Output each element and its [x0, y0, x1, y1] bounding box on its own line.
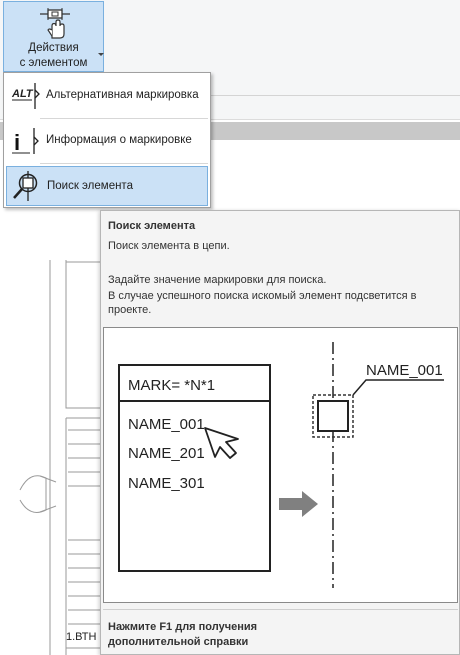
button-label-line2: с элементом	[19, 57, 88, 69]
dropdown-caret-icon[interactable]	[98, 53, 104, 56]
element-actions-icon	[40, 8, 70, 39]
alt-marking-icon: ALT	[11, 83, 40, 109]
menu-item-label: Альтернативная маркировка	[46, 89, 199, 101]
result-item: NAME_301	[128, 475, 205, 492]
partial-label: 1.ВТН	[66, 631, 96, 643]
tooltip-footer-text: Нажмите F1 для получения	[108, 621, 258, 633]
tooltip-footer-text: дополнительной справки	[108, 636, 249, 648]
button-label-line1: Действия	[28, 42, 79, 54]
result-item: NAME_201	[128, 445, 205, 462]
tooltip-footer-divider	[103, 609, 458, 610]
ribbon-divider	[210, 95, 460, 96]
tooltip-find-element: Поиск элемента Поиск элемента в цепи. За…	[100, 210, 460, 655]
tooltip-text: Задайте значение маркировки для поиска.	[108, 274, 327, 286]
tooltip-description: Поиск элемента в цепи.	[108, 240, 230, 252]
tooltip-text: В случае успешного поиска искомый элемен…	[108, 290, 417, 302]
element-actions-split-button[interactable]: Действия с элементом	[3, 1, 104, 72]
svg-text:ALT: ALT	[11, 88, 34, 100]
tooltip-illustration: MARK= *N*1 NAME_001 NAME_201 NAME_301 NA…	[103, 327, 458, 603]
illustration-svg: MARK= *N*1 NAME_001 NAME_201 NAME_301 NA…	[118, 342, 444, 588]
menu-item-alt-marking[interactable]: ALT Альтернативная маркировка	[6, 76, 208, 116]
result-item: NAME_001	[128, 416, 205, 433]
arrow-right-icon	[279, 491, 318, 517]
tooltip-text: проекте.	[108, 304, 152, 316]
menu-separator	[40, 118, 208, 119]
filter-text: MARK= *N*1	[128, 377, 215, 394]
target-label: NAME_001	[366, 362, 443, 379]
schematic-background: 1.ВТН	[19, 260, 100, 655]
tooltip-title: Поиск элемента	[108, 220, 196, 232]
